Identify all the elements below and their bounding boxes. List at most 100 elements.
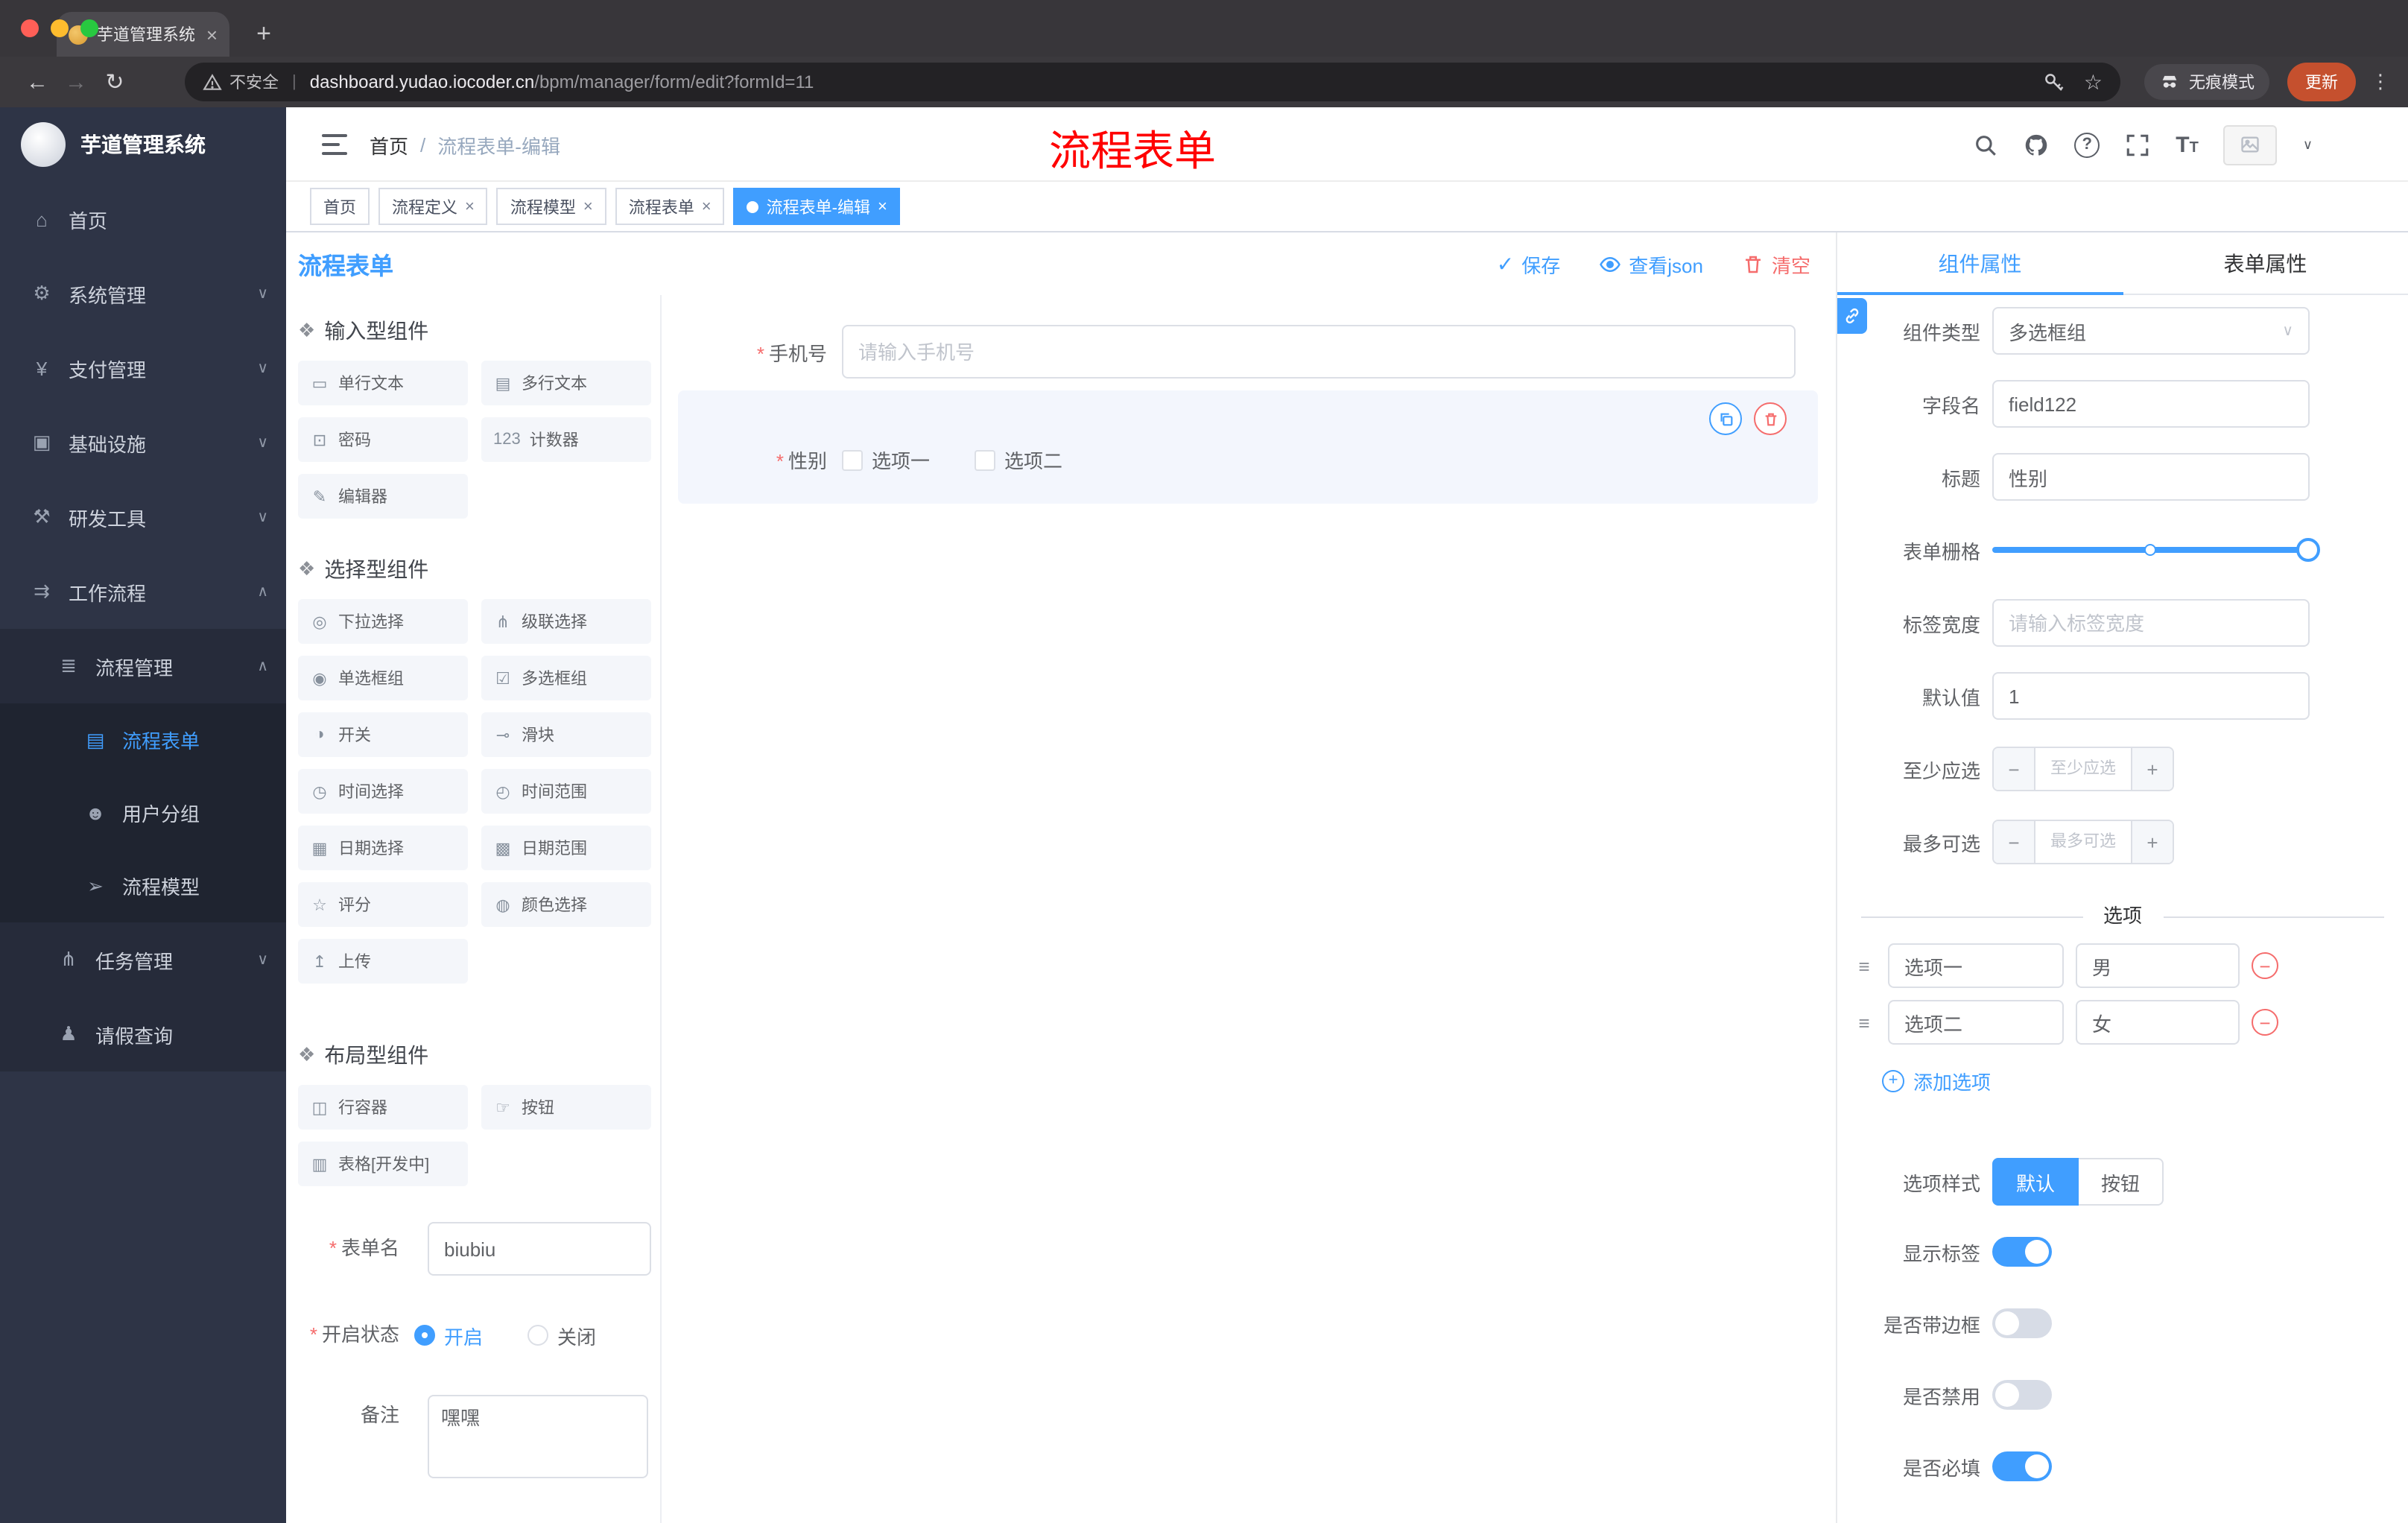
avatar-caret-icon[interactable]: ∨	[2303, 136, 2313, 153]
default-value-input[interactable]	[1992, 672, 2310, 720]
tag-close-icon[interactable]: ×	[878, 197, 887, 215]
palette-item-date-range[interactable]: ▩ 日期范围	[481, 826, 651, 870]
checkbox-icon[interactable]	[842, 449, 863, 470]
search-icon[interactable]	[1973, 132, 1998, 157]
sidebar-item-infra[interactable]: ▣ 基础设施 ∨	[0, 405, 286, 480]
style-default-button[interactable]: 默认	[1992, 1158, 2079, 1206]
palette-item-slider[interactable]: ⊸ 滑块	[481, 712, 651, 757]
tag-close-icon[interactable]: ×	[702, 197, 712, 215]
gender-option-2[interactable]: 选项二	[975, 446, 1062, 474]
palette-item-radio-group[interactable]: ◉ 单选框组	[298, 656, 468, 700]
delete-field-button[interactable]	[1754, 402, 1787, 435]
palette-item-cascader[interactable]: ⋔ 级联选择	[481, 599, 651, 644]
sidebar-logo[interactable]: 芋道管理系统	[0, 107, 286, 182]
sidebar-item-user-group[interactable]: ☻ 用户分组	[0, 776, 286, 849]
min-input[interactable]	[2035, 748, 2131, 790]
sidebar-item-system[interactable]: ⚙ 系统管理 ∨	[0, 256, 286, 331]
help-icon[interactable]: ?	[2074, 132, 2100, 157]
sidebar-item-payment[interactable]: ¥ 支付管理 ∨	[0, 331, 286, 405]
field-name-input[interactable]	[1992, 380, 2310, 428]
max-input[interactable]	[2035, 821, 2131, 863]
sidebar-item-process-form[interactable]: ▤ 流程表单	[0, 703, 286, 776]
checkbox-icon[interactable]	[975, 449, 996, 470]
tag-process-form-edit[interactable]: 流程表单-编辑 ×	[733, 188, 901, 225]
url-text[interactable]: dashboard.yudao.iocoder.cn/bpm/manager/f…	[310, 72, 2029, 92]
window-controls[interactable]	[21, 19, 98, 37]
phone-input[interactable]	[842, 325, 1796, 379]
palette-item-time-picker[interactable]: ◷ 时间选择	[298, 769, 468, 814]
palette-item-editor[interactable]: ✎ 编辑器	[298, 474, 468, 519]
minus-button[interactable]: −	[1994, 748, 2035, 790]
forward-icon[interactable]: →	[57, 69, 95, 95]
back-icon[interactable]: ←	[18, 69, 57, 95]
new-tab-button[interactable]: +	[244, 19, 283, 49]
font-size-icon[interactable]: TT	[2176, 133, 2199, 156]
tag-close-icon[interactable]: ×	[465, 197, 475, 215]
palette-item-switch[interactable]: ◑ 开关	[298, 712, 468, 757]
bookmark-star-icon[interactable]: ☆	[2084, 72, 2103, 92]
drag-handle-icon[interactable]: ≡	[1852, 1011, 1876, 1033]
selected-gender-field[interactable]: * 性别 选项一 选项二	[678, 390, 1818, 504]
tag-process-model[interactable]: 流程模型 ×	[496, 188, 606, 225]
palette-item-button[interactable]: ☞ 按钮	[481, 1085, 651, 1130]
sidebar-item-workflow[interactable]: ⇉ 工作流程 ∧	[0, 554, 286, 629]
palette-item-rate[interactable]: ☆ 评分	[298, 882, 468, 927]
option-label-input[interactable]	[1888, 943, 2064, 988]
palette-item-row-container[interactable]: ◫ 行容器	[298, 1085, 468, 1130]
fullscreen-icon[interactable]	[2125, 132, 2150, 157]
palette-item-table[interactable]: ▥ 表格[开发中]	[298, 1142, 468, 1186]
title-input[interactable]	[1992, 453, 2310, 501]
grid-slider[interactable]	[1992, 526, 2320, 574]
sidebar-item-leave-query[interactable]: ♟ 请假查询	[0, 997, 286, 1071]
slider-handle[interactable]	[2296, 538, 2320, 562]
status-on-radio[interactable]: 开启	[414, 1321, 483, 1349]
plus-button[interactable]: +	[2131, 748, 2173, 790]
show-label-toggle[interactable]	[1992, 1237, 2052, 1267]
remove-option-button[interactable]: −	[2252, 1009, 2278, 1036]
maximize-window-button[interactable]	[80, 19, 98, 37]
reload-icon[interactable]: ↻	[95, 69, 134, 95]
palette-item-checkbox-group[interactable]: ☑ 多选框组	[481, 656, 651, 700]
palette-item-password[interactable]: ⊡ 密码	[298, 417, 468, 462]
clear-button[interactable]: 清空	[1742, 250, 1810, 278]
palette-item-date-picker[interactable]: ▦ 日期选择	[298, 826, 468, 870]
option-value-input[interactable]	[2076, 1000, 2240, 1045]
tab-component-props[interactable]: 组件属性	[1837, 232, 2123, 295]
palette-item-color-picker[interactable]: ◍ 颜色选择	[481, 882, 651, 927]
form-name-input[interactable]	[428, 1222, 651, 1276]
update-button[interactable]: 更新	[2287, 63, 2356, 101]
plus-button[interactable]: +	[2131, 821, 2173, 863]
style-button-button[interactable]: 按钮	[2079, 1158, 2164, 1206]
gender-option-1[interactable]: 选项一	[842, 446, 930, 474]
palette-item-time-range[interactable]: ◴ 时间范围	[481, 769, 651, 814]
minus-button[interactable]: −	[1994, 821, 2035, 863]
tag-close-icon[interactable]: ×	[583, 197, 593, 215]
security-label[interactable]: 不安全	[229, 70, 279, 94]
palette-item-counter[interactable]: 123 计数器	[481, 417, 651, 462]
github-icon[interactable]	[2024, 132, 2049, 157]
save-button[interactable]: ✓ 保存	[1497, 250, 1561, 278]
add-option-button[interactable]: + 添加选项	[1882, 1066, 2396, 1095]
browser-menu-icon[interactable]: ⋮	[2371, 70, 2390, 94]
panel-link-handle[interactable]	[1837, 298, 1867, 334]
avatar[interactable]	[2223, 124, 2278, 165]
breadcrumb-home[interactable]: 首页	[370, 131, 408, 159]
minimize-window-button[interactable]	[51, 19, 69, 37]
option-value-input[interactable]	[2076, 943, 2240, 988]
disabled-toggle[interactable]	[1992, 1380, 2052, 1410]
component-type-select[interactable]: 多选框组 ∨	[1992, 307, 2310, 355]
border-toggle[interactable]	[1992, 1308, 2052, 1338]
tab-form-props[interactable]: 表单属性	[2123, 232, 2408, 294]
tag-process-definition[interactable]: 流程定义 ×	[378, 188, 488, 225]
close-window-button[interactable]	[21, 19, 39, 37]
form-canvas[interactable]: *手机号 *性别 选项一 选项二	[662, 295, 1836, 1523]
remove-option-button[interactable]: −	[2252, 952, 2278, 979]
sidebar-item-task-mgmt[interactable]: ⋔ 任务管理 ∨	[0, 922, 286, 997]
label-width-input[interactable]	[1992, 599, 2310, 647]
sidebar-item-home[interactable]: ⌂ 首页	[0, 182, 286, 256]
hamburger-icon[interactable]	[322, 134, 347, 155]
copy-field-button[interactable]	[1709, 402, 1742, 435]
tag-process-form[interactable]: 流程表单 ×	[615, 188, 725, 225]
palette-item-upload[interactable]: ↥ 上传	[298, 939, 468, 984]
tab-close-icon[interactable]: ×	[206, 25, 218, 44]
